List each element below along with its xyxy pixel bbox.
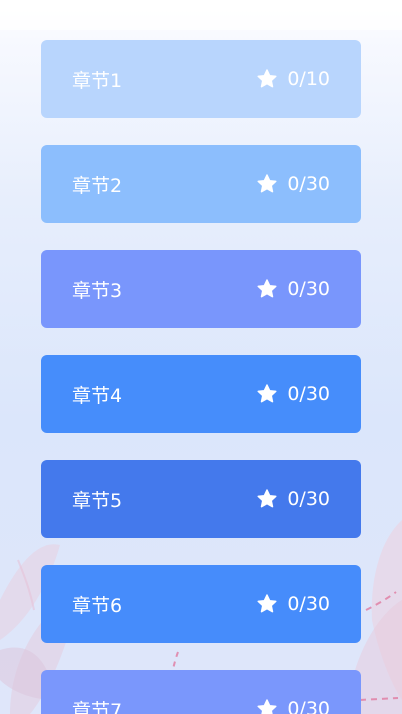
chapter-name: 章节4 bbox=[72, 384, 123, 407]
star-icon bbox=[256, 593, 278, 615]
chapter-progress: 0/10 bbox=[256, 68, 330, 90]
progress-text: 0/30 bbox=[287, 593, 330, 615]
progress-text: 0/10 bbox=[287, 68, 330, 90]
chapter-card-5[interactable]: 章节5 0/30 bbox=[41, 460, 361, 538]
chapter-name: 章节5 bbox=[72, 489, 123, 512]
chapter-card-3[interactable]: 章节3 0/30 bbox=[41, 250, 361, 328]
chapter-progress: 0/30 bbox=[256, 593, 330, 615]
chapter-card-2[interactable]: 章节2 0/30 bbox=[41, 145, 361, 223]
chapter-card-6[interactable]: 章节6 0/30 bbox=[41, 565, 361, 643]
chapter-name: 章节3 bbox=[72, 279, 123, 302]
chapter-card-1[interactable]: 章节1 0/10 bbox=[41, 40, 361, 118]
chapter-progress: 0/30 bbox=[256, 173, 330, 195]
chapter-progress: 0/30 bbox=[256, 488, 330, 510]
chapter-name: 章节1 bbox=[72, 69, 123, 92]
star-icon bbox=[256, 488, 278, 510]
chapter-progress: 0/30 bbox=[256, 383, 330, 405]
progress-text: 0/30 bbox=[287, 173, 330, 195]
chapter-card-4[interactable]: 章节4 0/30 bbox=[41, 355, 361, 433]
chapter-progress: 0/30 bbox=[256, 698, 330, 714]
chapter-progress: 0/30 bbox=[256, 278, 330, 300]
star-icon bbox=[256, 68, 278, 90]
chapter-name: 章节6 bbox=[72, 594, 123, 617]
star-icon bbox=[256, 383, 278, 405]
chapter-name: 章节2 bbox=[72, 174, 123, 197]
progress-text: 0/30 bbox=[287, 383, 330, 405]
chapter-name: 章节7 bbox=[72, 699, 123, 714]
chapter-card-7[interactable]: 章节7 0/30 bbox=[41, 670, 361, 714]
star-icon bbox=[256, 698, 278, 714]
progress-text: 0/30 bbox=[287, 278, 330, 300]
progress-text: 0/30 bbox=[287, 488, 330, 510]
chapter-select-screen: 章节1 0/10 章节2 0/30 章节3 0/30 章节4 0/30 章节5 … bbox=[0, 0, 402, 714]
progress-text: 0/30 bbox=[287, 698, 330, 714]
star-icon bbox=[256, 173, 278, 195]
star-icon bbox=[256, 278, 278, 300]
